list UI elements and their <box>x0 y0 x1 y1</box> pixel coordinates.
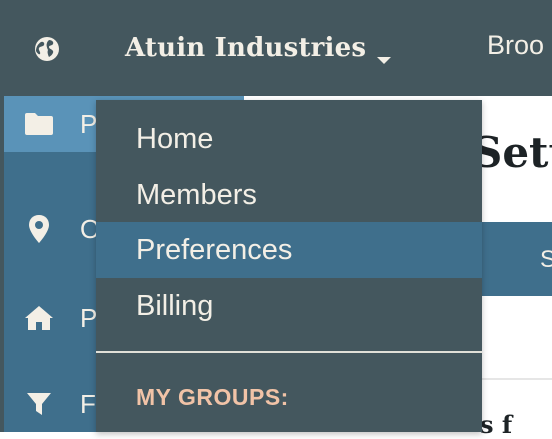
organization-dropdown-menu: Home Members Preferences Billing MY GROU… <box>96 100 482 432</box>
tab-label[interactable]: S <box>540 246 552 274</box>
folder-icon <box>22 107 56 141</box>
menu-item-members[interactable]: Members <box>96 167 482 223</box>
menu-item-preferences[interactable]: Preferences <box>96 222 482 278</box>
home-icon <box>22 301 56 335</box>
nav-item-next[interactable]: Broo <box>487 30 544 61</box>
filter-icon <box>22 387 56 421</box>
menu-section-header: MY GROUPS: <box>136 384 289 410</box>
menu-item-billing[interactable]: Billing <box>96 278 482 334</box>
top-navigation-bar: Atuin Industries Broo <box>0 0 552 96</box>
divider <box>480 378 552 380</box>
sidebar-item-label: P <box>80 302 98 333</box>
organization-name: Atuin Industries <box>125 33 367 63</box>
chevron-down-icon <box>376 43 392 64</box>
globe-icon[interactable] <box>31 33 63 65</box>
map-pin-icon <box>22 212 56 246</box>
menu-divider <box>96 351 482 353</box>
organization-switcher[interactable]: Atuin Industries <box>125 28 392 68</box>
page-title: Sett <box>472 128 552 177</box>
sidebar-item-label: P <box>80 108 98 139</box>
menu-item-home[interactable]: Home <box>96 111 482 167</box>
section-heading: s f <box>480 410 513 439</box>
